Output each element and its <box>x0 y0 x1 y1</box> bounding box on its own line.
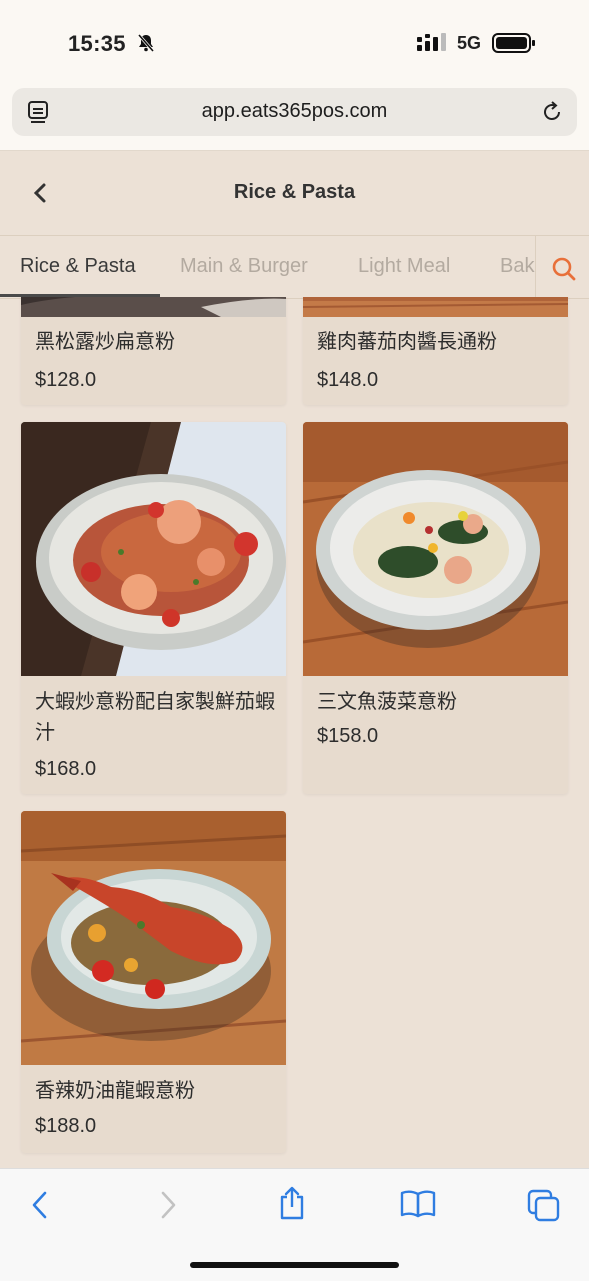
home-indicator <box>190 1262 399 1268</box>
dish-image <box>21 297 286 317</box>
tab-main-burger[interactable]: Main & Burger <box>180 255 308 278</box>
item-name: 黑松露炒扁意粉 <box>35 331 175 353</box>
search-button[interactable] <box>535 236 589 298</box>
menu-grid: 黑松露炒扁意粉 $128.0 雞肉蕃茄肉醬長通粉 $148.0 大蝦炒意粉配自家… <box>0 297 589 1167</box>
share-icon[interactable] <box>278 1185 306 1226</box>
tab-light-meal[interactable]: Light Meal <box>358 255 450 278</box>
tab-rice-pasta[interactable]: Rice & Pasta <box>20 255 136 278</box>
item-name: 大蝦炒意粉配自家製鮮茄蝦汁 <box>35 691 275 744</box>
page-title: Rice & Pasta <box>233 181 356 203</box>
item-price: $188.0 <box>35 1115 97 1137</box>
network-type: 5G <box>457 33 482 53</box>
reload-icon[interactable] <box>540 100 564 129</box>
status-time: 15:35 <box>68 31 126 56</box>
url-text[interactable]: app.eats365pos.com <box>12 100 577 123</box>
item-price: $158.0 <box>317 725 379 747</box>
item-name: 三文魚菠菜意粉 <box>317 691 457 713</box>
battery-icon <box>492 32 536 59</box>
item-price: $128.0 <box>35 369 97 391</box>
tab-bakery[interactable]: Bak <box>500 255 534 278</box>
dish-image <box>303 422 568 676</box>
menu-item-card[interactable]: 香辣奶油龍蝦意粉 $188.0 <box>21 811 286 1153</box>
book-icon[interactable] <box>400 1189 436 1224</box>
category-tabs: Rice & Pasta Main & Burger Light Meal Ba… <box>0 235 589 299</box>
dish-image <box>21 422 286 676</box>
dish-image <box>21 811 286 1065</box>
menu-item-card[interactable]: 雞肉蕃茄肉醬長通粉 $148.0 <box>303 297 568 405</box>
address-bar[interactable]: app.eats365pos.com <box>12 88 577 136</box>
bell-slash-icon <box>136 33 156 58</box>
browser-address-area: app.eats365pos.com <box>0 88 589 151</box>
search-icon <box>552 257 576 281</box>
item-name: 雞肉蕃茄肉醬長通粉 <box>317 331 497 353</box>
menu-item-card[interactable]: 黑松露炒扁意粉 $128.0 <box>21 297 286 405</box>
browser-forward-icon[interactable] <box>156 1189 180 1226</box>
signal-icon <box>417 33 449 58</box>
item-name: 香辣奶油龍蝦意粉 <box>35 1080 195 1102</box>
status-bar: 15:35 5G <box>0 0 589 88</box>
dish-image <box>303 297 568 317</box>
item-price: $148.0 <box>317 369 379 391</box>
browser-back-icon[interactable] <box>28 1189 52 1226</box>
menu-item-card[interactable]: 大蝦炒意粉配自家製鮮茄蝦汁 $168.0 <box>21 422 286 794</box>
item-price: $168.0 <box>35 758 97 780</box>
menu-item-card[interactable]: 三文魚菠菜意粉 $158.0 <box>303 422 568 794</box>
page-header: Rice & Pasta <box>0 151 589 235</box>
tabs-icon[interactable] <box>527 1189 561 1228</box>
